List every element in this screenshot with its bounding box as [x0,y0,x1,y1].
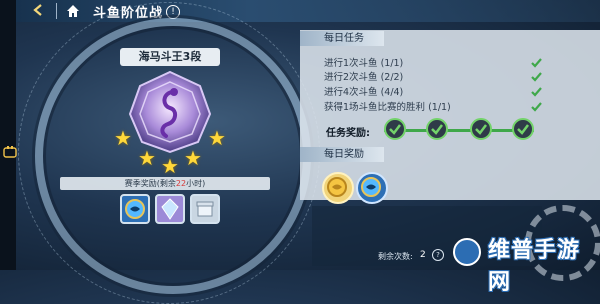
season-label: 赛季奖励 [124,179,157,188]
task-item-3: 进行4次斗鱼 (4/4) [324,87,404,98]
reward-checkpoint-4[interactable] [512,118,534,140]
rank-star: ★ [138,146,156,170]
season-detail-suffix: 小时) [186,179,206,188]
rank-star: ★ [208,126,226,150]
watermark-logo [453,238,481,266]
check-icon [531,58,542,68]
season-reward-slot-3[interactable] [190,194,220,224]
season-reward-slot-2[interactable] [155,194,185,224]
season-time: 22 [175,179,187,188]
remain-info-icon[interactable]: ? [432,249,444,261]
seahorse-rank-badge-icon[interactable] [128,70,212,154]
reward-checkpoint-1[interactable] [384,118,406,140]
back-button[interactable] [30,3,46,19]
check-icon [389,124,401,135]
header-divider [56,3,57,19]
remain-label: 剩余次数: [378,252,413,261]
rank-star: ★ [184,146,202,170]
gold-coin-icon [327,177,347,197]
rank-star: ★ [161,154,179,178]
check-icon [531,87,542,97]
season-detail-prefix: (剩余 [156,179,176,188]
daily-rewards-title: 每日奖励 [300,147,384,162]
blue-fish-coin-icon [361,177,381,197]
battery-icon [3,146,17,158]
watermark-text: 维普手游网 [488,238,581,295]
daily-tasks-title: 每日任务 [300,31,384,46]
daily-reward-1[interactable] [322,172,354,204]
check-icon [517,124,529,135]
left-edge-bar [0,0,16,270]
silver-box-item-icon [196,201,214,217]
rank-name: 海马斗王3段 [120,48,220,66]
blue-fish-item-icon [125,199,145,219]
remain-value: 2 [420,250,426,260]
season-reward-bar: 赛季奖励(剩余22小时) [60,177,270,190]
check-icon [531,72,542,82]
rank-star: ★ [114,126,132,150]
check-icon [531,102,542,112]
task-item-2: 进行2次斗鱼 (2/2) [324,72,404,83]
home-icon[interactable] [65,3,81,19]
season-reward-slot-1[interactable] [120,194,150,224]
daily-reward-2[interactable] [356,172,388,204]
task-item-1: 进行1次斗鱼 (1/1) [324,58,404,69]
reward-checkpoint-3[interactable] [470,118,492,140]
back-arrow-icon [33,4,42,16]
check-icon [475,124,487,135]
check-icon [431,124,443,135]
reward-checkpoint-2[interactable] [426,118,448,140]
crystal-item-icon [161,198,179,220]
task-item-4: 获得1场斗鱼比赛的胜利 (1/1) [324,102,451,113]
task-reward-label: 任务奖励: [326,128,370,139]
